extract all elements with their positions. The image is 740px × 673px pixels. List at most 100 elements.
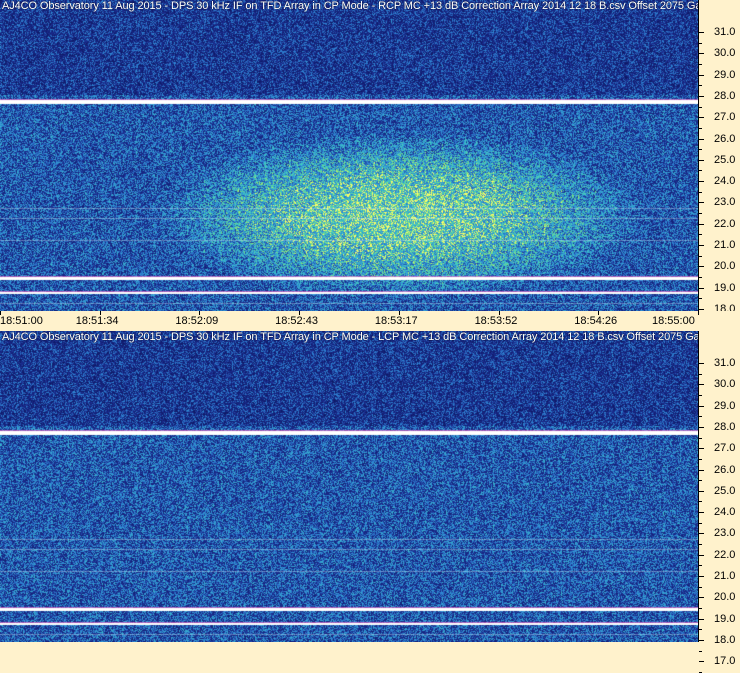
frequency-label: 20.0: [714, 260, 736, 273]
frequency-tick: [699, 639, 704, 641]
frequency-tick: [699, 159, 704, 161]
frequency-tick: [699, 117, 704, 119]
frequency-label: 27.0: [714, 442, 736, 455]
time-axis: 18:51:00 18:51:34 18:52:09 18:52:43 18:53:17…: [0, 311, 740, 331]
frequency-tick: [699, 181, 704, 183]
frequency-tick: [699, 533, 704, 535]
frequency-tick: [699, 138, 704, 140]
frequency-minor-tick: [699, 127, 702, 129]
time-label: 18:53:52: [474, 315, 518, 327]
frequency-label: 19.0: [714, 612, 736, 625]
frequency-minor-tick: [699, 650, 702, 652]
frequency-minor-tick: [699, 565, 702, 567]
frequency-minor-tick: [699, 373, 702, 375]
frequency-minor-tick: [699, 480, 702, 482]
frequency-tick: [699, 405, 704, 407]
frequency-minor-tick: [699, 544, 702, 546]
frequency-minor-tick: [699, 149, 702, 151]
frequency-minor-tick: [699, 586, 702, 588]
frequency-tick: [699, 384, 704, 386]
frequency-label: 24.0: [714, 506, 736, 519]
frequency-label: 26.0: [714, 463, 736, 476]
frequency-minor-tick: [699, 170, 702, 172]
frequency-minor-tick: [699, 255, 702, 257]
frequency-minor-tick: [699, 607, 702, 609]
frequency-tick: [699, 287, 704, 289]
frequency-label: 22.0: [714, 217, 736, 230]
frequency-label: 29.0: [714, 68, 736, 81]
rcp-frequency-axis: 31.0 30.0 29.0 28.0 27.0 26.0 25.0 24.0 23.0 22.0…: [698, 0, 740, 342]
frequency-tick: [699, 576, 704, 577]
lcp-spectrogram: [0, 331, 698, 642]
frequency-tick: [699, 202, 704, 204]
frequency-label: 27.0: [714, 111, 736, 124]
frequency-minor-tick: [699, 437, 702, 439]
frequency-label: 30.0: [714, 47, 736, 60]
frequency-tick: [699, 74, 704, 76]
time-label: 18:52:43: [275, 315, 318, 327]
frequency-tick: [699, 308, 704, 310]
time-tick: [698, 311, 699, 315]
rcp-spectrogram-canvas: [0, 0, 698, 311]
frequency-minor-tick: [699, 191, 702, 193]
frequency-label: 23.0: [714, 527, 736, 540]
frequency-label: 23.0: [714, 196, 736, 209]
frequency-tick: [699, 223, 704, 225]
frequency-minor-tick: [699, 394, 702, 396]
frequency-label: 18.0: [714, 633, 736, 646]
time-label: 18:54:26: [574, 315, 618, 327]
frequency-label: 22.0: [714, 548, 736, 561]
time-label: 18:51:00: [0, 315, 43, 327]
rcp-panel: AJ4CO Observatory 11 Aug 2015 - DPS 30 k…: [0, 0, 740, 342]
frequency-label: 17.0: [714, 655, 736, 668]
frequency-minor-tick: [699, 234, 702, 236]
frequency-tick: [699, 32, 704, 33]
frequency-minor-tick: [699, 458, 702, 460]
frequency-tick: [699, 95, 704, 97]
frequency-label: 21.0: [714, 570, 736, 582]
frequency-tick: [699, 469, 704, 471]
frequency-tick: [699, 363, 704, 364]
frequency-minor-tick: [699, 629, 702, 631]
frequency-label: 28.0: [714, 89, 736, 102]
frequency-minor-tick: [699, 213, 702, 215]
frequency-label: 28.0: [714, 420, 736, 433]
frequency-label: 29.0: [714, 399, 736, 412]
frequency-tick: [699, 266, 704, 268]
lcp-frequency-axis: 31.0 30.0 29.0 28.0 27.0 26.0 25.0 24.0 23.0 22.0…: [698, 331, 740, 673]
time-label: 18:51:34: [75, 315, 119, 327]
frequency-tick: [699, 53, 704, 55]
frequency-minor-tick: [699, 501, 702, 503]
frequency-label: 25.0: [714, 484, 736, 497]
frequency-minor-tick: [699, 276, 702, 278]
time-label: 18:55:00: [652, 315, 695, 327]
frequency-minor-tick: [699, 522, 702, 524]
frequency-tick: [699, 554, 704, 556]
frequency-minor-tick: [699, 416, 702, 418]
frequency-label: 31.0: [714, 357, 736, 369]
frequency-tick: [699, 426, 704, 428]
frequency-tick: [699, 618, 704, 620]
frequency-label: 31.0: [714, 26, 736, 38]
lcp-spectrogram-canvas: [0, 331, 698, 642]
frequency-label: 26.0: [714, 132, 736, 145]
rcp-spectrogram: [0, 0, 698, 311]
frequency-minor-tick: [699, 106, 702, 108]
frequency-tick: [699, 490, 704, 492]
frequency-tick: [699, 661, 704, 663]
frequency-tick: [699, 448, 704, 450]
frequency-minor-tick: [699, 298, 702, 300]
frequency-label: 30.0: [714, 378, 736, 391]
frequency-label: 24.0: [714, 175, 736, 188]
frequency-label: 19.0: [714, 281, 736, 294]
frequency-label: 25.0: [714, 153, 736, 166]
frequency-label: 20.0: [714, 591, 736, 604]
lcp-panel: AJ4CO Observatory 11 Aug 2015 - DPS 30 k…: [0, 331, 740, 673]
frequency-minor-tick: [699, 42, 702, 44]
frequency-tick: [699, 245, 704, 246]
time-label: 18:53:17: [374, 315, 418, 327]
time-label: 18:52:09: [175, 315, 219, 327]
frequency-minor-tick: [699, 85, 702, 87]
frequency-minor-tick: [699, 63, 702, 65]
frequency-tick: [699, 512, 704, 514]
